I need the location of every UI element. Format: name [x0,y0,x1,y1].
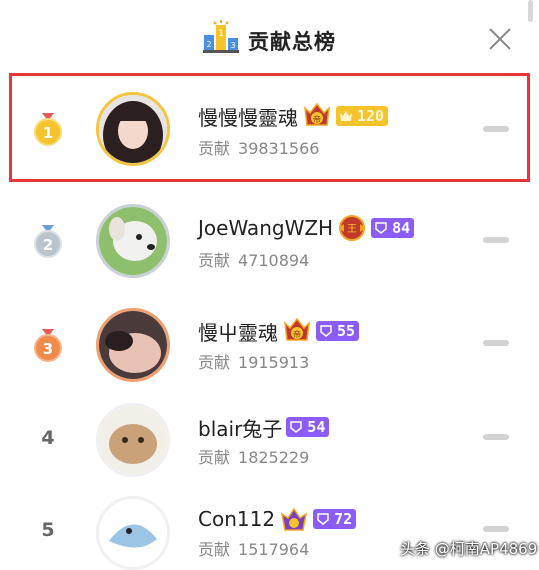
user-name: 慢屮靈魂 [198,320,278,345]
badge-value: 120 [357,107,385,125]
badge-icon [320,325,332,337]
contribution: 贡献 39831566 [198,135,319,159]
user-name: 慢慢慢靈魂 [198,105,298,130]
row-handle[interactable] [483,434,509,440]
contribution-label: 贡献 [198,251,231,270]
badge-icon [290,421,303,433]
avatar[interactable] [96,308,170,382]
user-name: JoeWangWZH [198,216,334,240]
contribution-value: 39831566 [238,139,320,158]
level-badge: 84 [371,218,415,238]
badge-value: 54 [307,418,326,436]
level-badge: 120 [336,106,389,126]
scrollbar[interactable] [528,0,533,22]
name-line: JoeWangWZH 王 84 [198,213,415,243]
name-line: 慢屮靈魂 帝 55 [198,316,360,346]
silver-medal-icon: 2 [34,225,62,258]
crown-emblem-icon [280,507,308,531]
badge-value: 84 [392,219,411,237]
emperor-emblem-icon: 帝 [304,102,330,126]
close-icon[interactable] [487,26,513,52]
badge-value: 72 [334,510,353,528]
badge-value: 55 [337,322,356,340]
contribution-value: 1517964 [238,540,310,559]
user-name: Con112 [198,507,276,531]
svg-text:1: 1 [218,29,224,39]
gold-medal-icon: 1 [34,113,62,146]
rank-number: 4 [41,427,55,449]
name-line: Con112 72 [198,504,357,534]
badge-icon [340,111,352,121]
contribution-label: 贡献 [198,448,231,467]
contribution-value: 1915913 [238,353,310,372]
row-handle[interactable] [483,526,509,532]
header: 2 1 3 贡献总榜 [0,0,539,72]
svg-text:帝: 帝 [293,329,301,339]
contribution-label: 贡献 [198,353,231,372]
svg-text:帝: 帝 [313,114,321,124]
svg-text:3: 3 [230,41,235,50]
badge-icon [375,222,387,234]
row-handle[interactable] [483,237,509,243]
podium-icon: 2 1 3 [203,20,239,53]
contribution: 贡献 1915913 [198,349,309,373]
name-line: 慢慢慢靈魂 帝 120 [198,101,389,131]
row-handle[interactable] [483,126,509,132]
rank-number: 5 [41,519,55,541]
contribution: 贡献 1517964 [198,536,309,560]
contribution-value: 1825229 [238,448,310,467]
avatar[interactable] [96,403,170,477]
svg-text:2: 2 [206,40,211,49]
row-handle[interactable] [483,340,509,346]
king-emblem-icon: 王 [339,215,366,241]
contribution-label: 贡献 [198,139,231,158]
name-line: blair兔子 54 [198,412,330,442]
avatar[interactable] [96,496,170,570]
level-badge: 54 [286,417,330,437]
contribution-label: 贡献 [198,540,231,559]
level-badge: 55 [316,321,360,341]
avatar[interactable] [96,204,170,278]
level-badge: 72 [313,509,357,529]
rank-number: 2 [43,236,53,254]
contribution-value: 4710894 [238,251,310,270]
rank-number: 3 [43,340,53,358]
bronze-medal-icon: 3 [34,329,62,362]
emperor-emblem-icon: 帝 [284,317,310,341]
contribution: 贡献 4710894 [198,247,309,271]
page-title: 贡献总榜 [248,30,336,54]
rank-number: 1 [43,124,53,142]
badge-icon [317,513,329,525]
watermark: 头条 @柯南AP4869 [400,540,538,558]
user-name: blair兔子 [198,416,283,441]
svg-text:王: 王 [347,224,357,235]
avatar[interactable] [96,92,170,166]
contribution: 贡献 1825229 [198,444,309,468]
